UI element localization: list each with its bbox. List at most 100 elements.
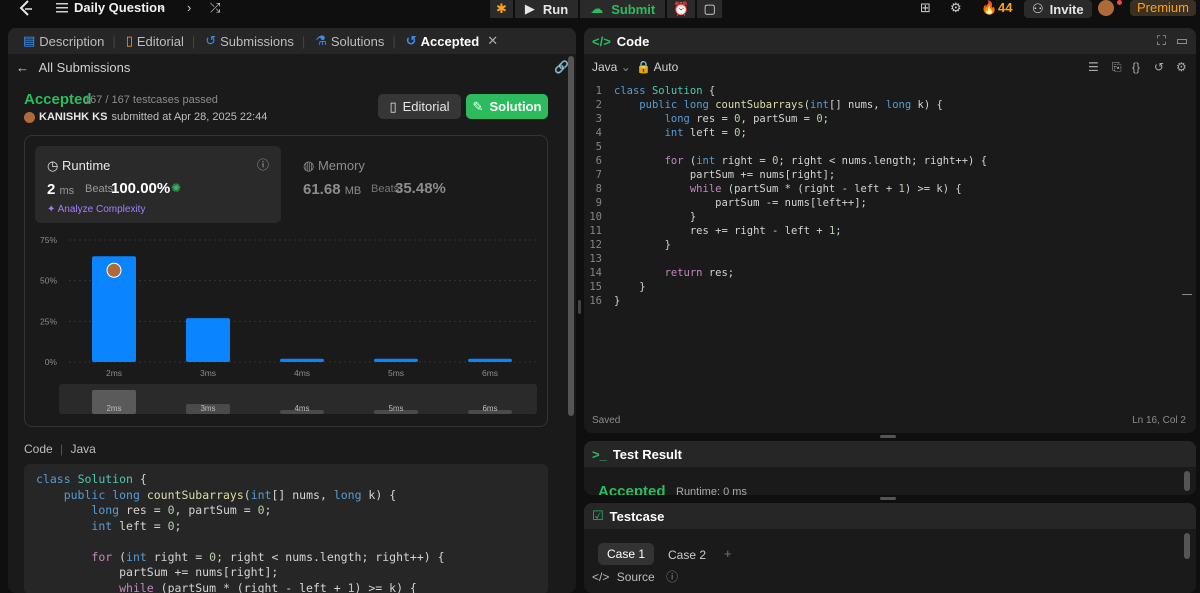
tab-submissions[interactable]: ↺ Submissions | <box>200 33 310 49</box>
problem-list-icon[interactable] <box>56 2 68 14</box>
testcases-passed: 167 / 167 testcases passed <box>84 94 218 106</box>
editor-line[interactable]: 14 return res; <box>584 266 1196 280</box>
editor-line[interactable]: 16} <box>584 294 1196 308</box>
tab-case-2[interactable]: Case 2 <box>668 548 706 562</box>
tab-case-1[interactable]: Case 1 <box>598 543 654 565</box>
editor-line[interactable]: 6 for (int right = 0; right < nums.lengt… <box>584 154 1196 168</box>
line-number: 5 <box>595 141 602 153</box>
history-icon: ↺ <box>205 33 217 48</box>
tab-accepted[interactable]: ↺ Accepted ✕ <box>401 33 503 49</box>
chart-bar[interactable] <box>186 318 230 362</box>
memory-card[interactable]: ◍ Memory <box>303 158 365 174</box>
book-icon: ▯ <box>125 33 133 48</box>
submission-status: Accepted <box>24 91 92 108</box>
line-number: 12 <box>589 239 602 251</box>
problem-list-title[interactable]: Daily Question <box>74 0 165 16</box>
layout-grid-icon[interactable]: ⊞ <box>920 0 931 16</box>
reset-icon[interactable]: ↺ <box>1154 60 1164 74</box>
editor-line[interactable]: 2 public long countSubarrays(int[] nums,… <box>584 98 1196 112</box>
editor-line[interactable]: 8 while (partSum * (right - left + 1) >=… <box>584 182 1196 196</box>
line-code: class Solution { <box>614 85 716 97</box>
editor-line[interactable]: 12 } <box>584 238 1196 252</box>
chart-bar[interactable] <box>468 358 512 362</box>
timer-button[interactable]: ⏰ <box>667 0 696 18</box>
add-user-icon: ⚇ <box>1032 1 1044 16</box>
testcase-scrollbar[interactable] <box>1184 533 1190 559</box>
source-link[interactable]: </> Source ⓘ <box>592 568 678 585</box>
shuffle-icon[interactable]: ⤮ <box>210 0 220 16</box>
test-result-scrollbar[interactable] <box>1184 471 1190 491</box>
arrow-left-icon: ← <box>16 60 29 75</box>
submitted-code-block[interactable]: class Solution { public long countSubarr… <box>24 464 548 593</box>
leetcode-logo-icon[interactable] <box>17 0 35 17</box>
invite-button[interactable]: ⚇ Invite <box>1024 0 1092 18</box>
debug-button[interactable]: ✱ <box>490 0 513 18</box>
horizontal-resize-handle[interactable] <box>880 435 896 438</box>
line-number: 13 <box>589 253 602 265</box>
test-result-panel: >_ Test Result Accepted Runtime: 0 ms <box>584 441 1196 495</box>
share-link-icon[interactable]: 🔗 <box>554 60 569 74</box>
settings-gear-icon[interactable]: ⚙ <box>950 0 962 16</box>
user-avatar[interactable] <box>1098 0 1114 16</box>
run-button[interactable]: ▶ Run <box>514 0 579 18</box>
tab-description[interactable]: ▤ Description | <box>18 33 121 49</box>
editor-line[interactable]: 9 partSum -= nums[left++]; <box>584 196 1196 210</box>
help-icon[interactable]: ⓘ <box>666 570 678 584</box>
maximize-icon[interactable]: ⛶ <box>1157 33 1166 49</box>
test-result-header[interactable]: >_ Test Result <box>584 441 1196 467</box>
testcase-header[interactable]: ☑ Testcase <box>584 503 1196 529</box>
fullscreen-icon[interactable]: ▭ <box>1176 33 1188 49</box>
analyze-complexity-link[interactable]: ✦ Analyze Complexity <box>47 204 145 215</box>
editor-line[interactable]: 10 } <box>584 210 1196 224</box>
runtime-card[interactable]: ◷ Runtime ⓘ 2 ms Beats 100.00% ✺ ✦ Analy… <box>35 146 281 223</box>
add-case-icon[interactable]: + <box>724 546 732 561</box>
editor-line[interactable]: 5 <box>584 140 1196 154</box>
chart-bar[interactable] <box>374 358 418 362</box>
info-icon[interactable]: ⓘ <box>257 156 269 173</box>
editor-line[interactable]: 13 <box>584 252 1196 266</box>
editor-line[interactable]: 7 partSum += nums[right]; <box>584 168 1196 182</box>
chart-bar[interactable] <box>280 358 324 362</box>
author-name[interactable]: KANISHK KS <box>39 111 107 123</box>
braces-icon[interactable]: {} <box>1132 60 1140 74</box>
vertical-resize-handle[interactable] <box>578 300 581 314</box>
editor-line[interactable]: 15 } <box>584 280 1196 294</box>
left-panel-scrollbar[interactable] <box>568 56 574 416</box>
line-code: for (int right = 0; right < nums.length;… <box>664 155 988 167</box>
terminal-icon: >_ <box>592 446 607 462</box>
language-select[interactable]: Java ⌄ <box>592 60 631 74</box>
sparkle-icon: ✦ <box>47 204 56 215</box>
memory-beats-value: 35.48% <box>395 180 446 197</box>
editor-line[interactable]: 1 class Solution { <box>584 84 1196 98</box>
format-icon[interactable]: ☰ <box>1088 60 1099 74</box>
author-avatar[interactable] <box>24 111 35 123</box>
line-code: partSum += nums[right]; <box>614 169 836 181</box>
code-editor[interactable]: 1 class Solution {2 public long countSuba… <box>584 84 1196 314</box>
settings-icon[interactable]: ⚙ <box>1176 60 1187 74</box>
line-number: 9 <box>595 197 602 209</box>
code-section-label: Code | Java <box>24 442 96 456</box>
submit-button[interactable]: ☁ Submit <box>580 0 666 18</box>
line-code: } <box>614 295 621 307</box>
bookmark-icon[interactable]: ⎘ <box>1112 60 1122 75</box>
notes-button[interactable]: ▢ <box>697 0 722 18</box>
editor-line[interactable]: 4 int left = 0; <box>584 126 1196 140</box>
streak-fire-icon[interactable]: 🔥 <box>981 0 997 16</box>
solution-button[interactable]: ✎ Solution <box>466 94 548 119</box>
line-number: 4 <box>595 127 602 139</box>
editor-line[interactable]: 11 res += right - left + 1; <box>584 224 1196 238</box>
code-panel-header: </> Code ⛶ ▭ <box>584 28 1196 54</box>
prev-problem-icon[interactable]: ‹ <box>160 0 164 16</box>
minimap-label: 6ms <box>482 404 497 413</box>
next-problem-icon[interactable]: › <box>187 0 191 16</box>
editor-line[interactable]: 3 long res = 0, partSum = 0; <box>584 112 1196 126</box>
auto-mode-toggle[interactable]: 🔒 Auto <box>636 60 678 74</box>
tab-editorial[interactable]: ▯ Editorial | <box>121 33 201 49</box>
close-icon[interactable]: ✕ <box>487 33 498 49</box>
all-submissions-link[interactable]: ← All Submissions <box>16 60 130 75</box>
premium-button[interactable]: Premium <box>1130 0 1196 16</box>
editorial-button[interactable]: ▯ Editorial <box>378 94 461 119</box>
horizontal-resize-handle-2[interactable] <box>880 497 896 500</box>
tab-solutions[interactable]: ⚗ Solutions | <box>310 33 401 49</box>
